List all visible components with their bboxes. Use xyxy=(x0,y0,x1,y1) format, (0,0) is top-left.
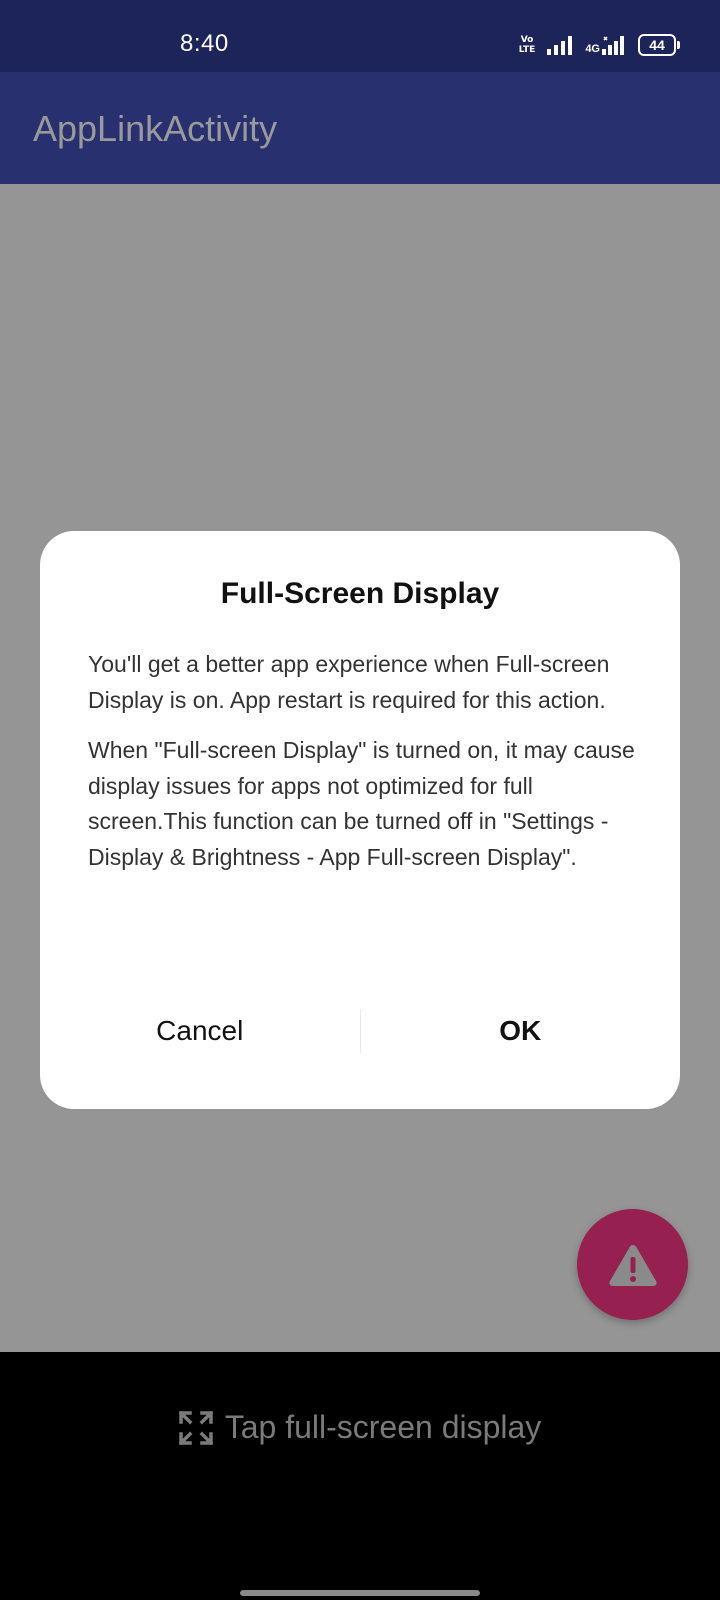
expand-icon xyxy=(178,1410,213,1445)
app-bar: AppLinkActivity xyxy=(0,72,720,184)
battery-level: 44 xyxy=(638,34,676,56)
cancel-button[interactable]: Cancel xyxy=(40,1001,360,1061)
status-icons: Vo LTE 4G 44 xyxy=(519,30,680,60)
navigation-handle[interactable] xyxy=(240,1590,480,1596)
battery-icon: 44 xyxy=(638,34,680,56)
dialog-body: You'll get a better app experience when … xyxy=(88,647,648,890)
dialog-title: Full-Screen Display xyxy=(220,577,500,610)
fullscreen-prompt-button[interactable]: Tap full-screen display xyxy=(0,1409,720,1446)
dialog-actions: Cancel OK xyxy=(40,1001,680,1061)
ok-button[interactable]: OK xyxy=(361,1001,681,1061)
data-signal-icon: 4G xyxy=(585,35,626,55)
app-title: AppLinkActivity xyxy=(33,108,278,149)
volte-icon: Vo LTE xyxy=(519,35,536,55)
status-bar: 8:40 Vo LTE 4G 44 xyxy=(0,0,720,72)
dialog-paragraph-2: When "Full-screen Display" is turned on,… xyxy=(88,737,635,870)
status-time: 8:40 xyxy=(180,30,229,57)
volte-bottom-label: LTE xyxy=(518,45,536,55)
warning-icon xyxy=(608,1244,657,1286)
volte-top-label: Vo xyxy=(520,35,534,45)
signal-icon xyxy=(547,36,573,55)
bottom-bar: Tap full-screen display xyxy=(0,1352,720,1600)
warning-fab-button[interactable] xyxy=(577,1209,688,1320)
dialog-paragraph-1: You'll get a better app experience when … xyxy=(88,651,610,713)
fullscreen-dialog: Full-Screen Display You'll get a better … xyxy=(40,531,680,1109)
fullscreen-prompt-label: Tap full-screen display xyxy=(224,1409,542,1445)
network-type-label: 4G xyxy=(585,43,600,55)
